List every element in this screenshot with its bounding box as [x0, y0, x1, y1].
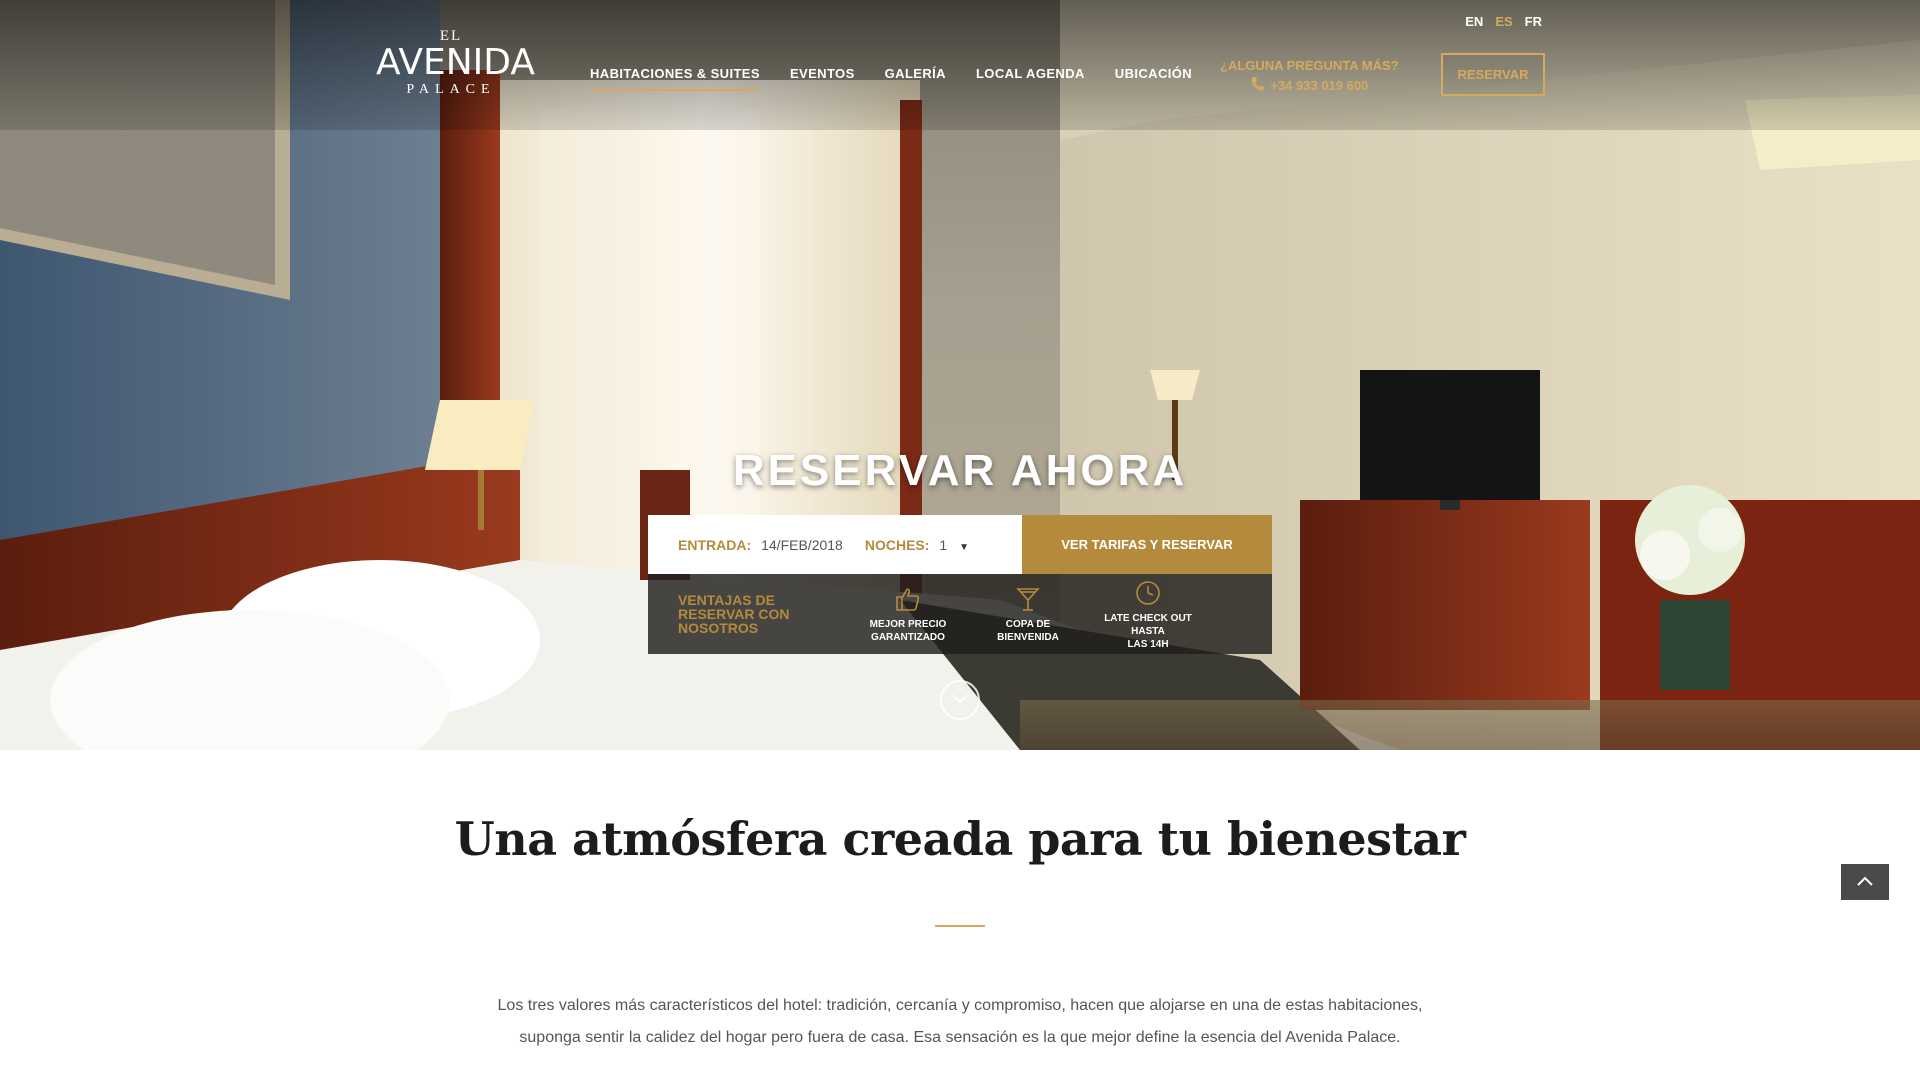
- clock-icon: [1134, 578, 1162, 608]
- lang-fr[interactable]: FR: [1525, 14, 1542, 29]
- advantage-text: LATE CHECK OUT HASTA: [1104, 612, 1192, 637]
- intro-line: suponga sentir la calidez del hogar pero…: [519, 1029, 1401, 1046]
- nights-select[interactable]: 1 ▼: [939, 537, 969, 553]
- advantages-title: VENTAJAS DE RESERVAR CON NOSOTROS: [678, 592, 790, 636]
- booking-fields: ENTRADA: 14/FEB/2018 NOCHES: 1 ▼: [648, 515, 1022, 574]
- site-logo[interactable]: EL AVENIDA PALACE: [376, 28, 535, 98]
- section-heading: Una atmósfera creada para tu bienestar: [454, 812, 1466, 866]
- nav-item-ubicacion[interactable]: UBICACIÓN: [1115, 66, 1192, 91]
- nav-item-galeria[interactable]: GALERÍA: [885, 66, 946, 91]
- intro-line: Los tres valores más característicos del…: [497, 997, 1423, 1014]
- view-rates-button[interactable]: VER TARIFAS Y RESERVAR: [1022, 515, 1272, 574]
- scroll-down-button[interactable]: [940, 680, 980, 720]
- back-to-top-button[interactable]: [1841, 864, 1889, 900]
- dropdown-arrow-icon: ▼: [959, 541, 969, 553]
- nav-item-eventos[interactable]: EVENTOS: [790, 66, 855, 91]
- header-shade: [0, 0, 1920, 130]
- booking-title: RESERVAR AHORA: [732, 446, 1188, 495]
- logo-bottom: PALACE: [406, 82, 496, 97]
- language-switcher: EN ES FR: [1465, 14, 1542, 29]
- advantage-text: GARANTIZADO: [871, 632, 945, 643]
- booking-bar: ENTRADA: 14/FEB/2018 NOCHES: 1 ▼ VER TAR…: [648, 515, 1272, 574]
- hero-banner: EN ES FR EL AVENIDA PALACE HABITACIONES …: [0, 0, 1920, 750]
- chevron-up-icon: [1857, 873, 1873, 891]
- contact-question: ¿ALGUNA PREGUNTA MÁS?: [1220, 58, 1399, 73]
- advantage-welcome-drink: COPA DE BIENVENIDA: [968, 584, 1088, 644]
- main-nav: HABITACIONES & SUITES EVENTOS GALERÍA LO…: [590, 66, 1192, 91]
- header-reserve-button[interactable]: RESERVAR: [1441, 53, 1545, 96]
- contact-phone-row[interactable]: +34 933 019 600: [1220, 76, 1399, 95]
- advantage-text: COPA DE: [1005, 619, 1051, 630]
- logo-main: AVENIDA: [376, 42, 535, 83]
- booking-advantages: VENTAJAS DE RESERVAR CON NOSOTROS MEJOR …: [648, 574, 1272, 654]
- intro-paragraph: Los tres valores más característicos del…: [460, 990, 1460, 1054]
- chevron-down-icon: [951, 691, 969, 709]
- entry-label: ENTRADA:: [678, 536, 752, 553]
- phone-icon: [1250, 76, 1265, 95]
- lang-en[interactable]: EN: [1465, 14, 1483, 29]
- entry-date-input[interactable]: 14/FEB/2018: [761, 537, 843, 553]
- advantage-text: MEJOR PRECIO: [869, 619, 947, 630]
- nav-item-habitaciones[interactable]: HABITACIONES & SUITES: [590, 66, 760, 91]
- thumbs-up-icon: [894, 584, 922, 614]
- nights-label: NOCHES:: [864, 536, 930, 553]
- gold-divider: [935, 925, 985, 927]
- nav-item-local-agenda[interactable]: LOCAL AGENDA: [976, 66, 1085, 91]
- nights-value: 1: [939, 536, 948, 553]
- advantage-text: LAS 14H: [1127, 638, 1169, 650]
- cocktail-glass-icon: [1014, 584, 1042, 614]
- advantage-late-checkout: LATE CHECK OUT HASTA LAS 14H: [1088, 578, 1208, 651]
- contact-info: ¿ALGUNA PREGUNTA MÁS? +34 933 019 600: [1220, 58, 1399, 95]
- contact-phone: +34 933 019 600: [1270, 78, 1369, 93]
- advantage-text: BIENVENIDA: [997, 632, 1059, 643]
- lang-es[interactable]: ES: [1495, 14, 1512, 29]
- advantage-best-price: MEJOR PRECIO GARANTIZADO: [848, 584, 968, 644]
